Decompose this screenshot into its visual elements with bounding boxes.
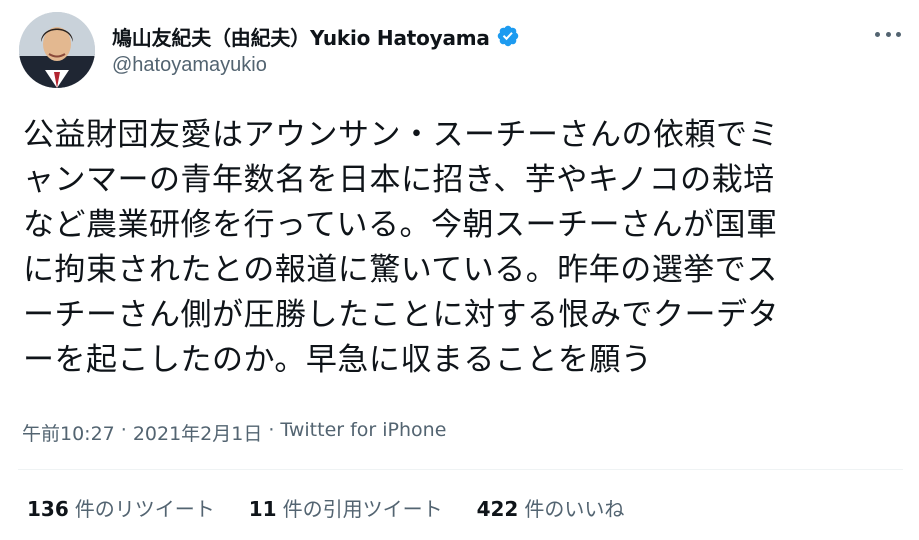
likes-count: 422 [476, 497, 519, 521]
tweet-text-line: ャンマーの青年数名を日本に招き、芋やキノコの栽培 [23, 162, 775, 198]
author-display-name[interactable]: 鳩山友紀夫（由紀夫）Yukio Hatoyama [112, 22, 490, 51]
more-dot-icon [875, 31, 880, 37]
tweet-date[interactable]: 2021年2月1日 [133, 419, 263, 446]
tweet-text: 公益財団友愛はアウンサン・スーチーさんの依頼でミ ャンマーの青年数名を日本に招き… [23, 113, 903, 383]
tweet-text-line: ーチーさん側が圧勝したことに対する恨みでクーデタ [23, 297, 779, 333]
quotes-count: 11 [248, 497, 277, 521]
retweets-stat[interactable]: 136 件のリツイート [27, 493, 215, 522]
divider [18, 469, 903, 470]
quote-tweets-stat[interactable]: 11 件の引用ツイート [249, 493, 443, 522]
likes-label: 件のいいね [524, 497, 625, 521]
tweet-card: 鳩山友紀夫（由紀夫）Yukio Hatoyama @hatoyamayukio … [0, 0, 919, 540]
tweet-text-line: など農業研修を行っている。今朝スーチーさんが国軍 [23, 207, 778, 243]
avatar[interactable] [19, 12, 95, 88]
author-handle[interactable]: @hatoyamayukio [112, 54, 267, 77]
tweet-time[interactable]: 午前10:27 [22, 419, 115, 446]
meta-separator: · [120, 419, 127, 441]
retweets-count: 136 [27, 497, 69, 521]
tweet-text-line: 公益財団友愛はアウンサン・スーチーさんの依頼でミ [23, 117, 779, 153]
tweet-stats: 136 件のリツイート 11 件の引用ツイート 422 件のいいね [27, 493, 624, 522]
verified-badge-icon [497, 25, 518, 47]
author-name-row[interactable]: 鳩山友紀夫（由紀夫）Yukio Hatoyama [112, 20, 520, 52]
tweet-text-line: ーを起こしたのか。早急に収まることを願う [23, 342, 653, 378]
tweet-meta: 午前10:27 · 2021年2月1日 · Twitter for iPhone [22, 419, 446, 446]
quotes-label: 件の引用ツイート [282, 497, 443, 521]
more-dot-icon [896, 31, 901, 37]
retweets-label: 件のリツイート [74, 497, 215, 521]
likes-stat[interactable]: 422 件のいいね [477, 493, 625, 522]
meta-separator: · [268, 419, 275, 441]
more-options-button[interactable] [875, 24, 901, 44]
more-dot-icon [885, 31, 891, 37]
tweet-text-line: に拘束されたとの報道に驚いている。昨年の選挙でス [23, 252, 778, 288]
tweet-source[interactable]: Twitter for iPhone [280, 419, 446, 446]
profile-photo-icon [19, 12, 95, 88]
